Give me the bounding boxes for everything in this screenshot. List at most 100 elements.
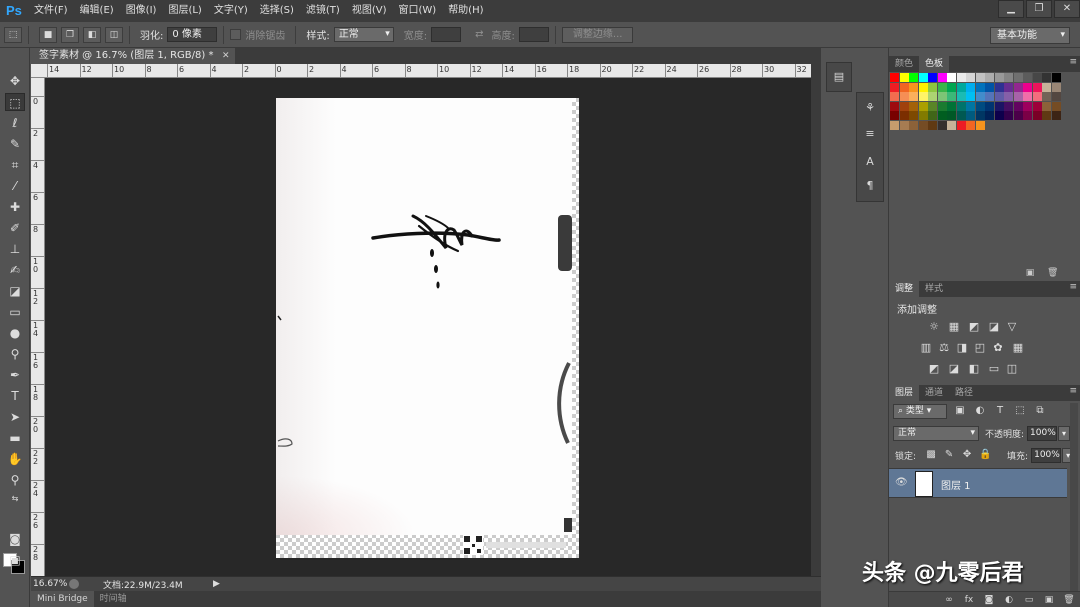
opacity-input[interactable]: 100% bbox=[1027, 425, 1058, 441]
color-swatch[interactable] bbox=[909, 73, 918, 82]
color-swatch[interactable] bbox=[937, 120, 947, 130]
color-swatch[interactable] bbox=[1023, 73, 1032, 82]
color-swatch[interactable] bbox=[1004, 73, 1013, 82]
color-swatch[interactable] bbox=[937, 73, 947, 82]
layer-thumbnail[interactable] bbox=[915, 471, 933, 497]
menu-type[interactable]: 文字(Y) bbox=[208, 0, 254, 22]
threshold-icon[interactable]: ◧ bbox=[967, 362, 981, 375]
clone-stamp-tool-icon[interactable]: ⊥ bbox=[5, 240, 25, 258]
color-swatch[interactable] bbox=[937, 92, 947, 101]
color-swatch[interactable] bbox=[994, 101, 1004, 111]
feather-input[interactable]: 0 像素 bbox=[167, 27, 218, 42]
blur-tool-icon[interactable]: ● bbox=[5, 324, 25, 342]
color-swatch[interactable] bbox=[928, 92, 937, 101]
color-swatch[interactable] bbox=[899, 101, 909, 111]
workspace-select[interactable]: 基本功能 bbox=[990, 27, 1070, 44]
status-menu-arrow-icon[interactable]: ▶ bbox=[213, 579, 220, 589]
eyedropper-tool-icon[interactable]: ⁄ bbox=[5, 177, 25, 195]
levels-icon[interactable]: ▦ bbox=[947, 320, 961, 333]
color-swatch[interactable] bbox=[1042, 92, 1051, 101]
pen-tool-icon[interactable]: ✒ bbox=[5, 366, 25, 384]
color-swatch[interactable] bbox=[975, 92, 985, 101]
color-swatch[interactable] bbox=[1004, 92, 1013, 101]
healing-brush-tool-icon[interactable]: ✚ bbox=[5, 198, 25, 216]
document-canvas[interactable] bbox=[276, 98, 579, 558]
channel-mixer-icon[interactable]: ✿ bbox=[991, 341, 1005, 354]
color-swatch[interactable] bbox=[1051, 111, 1061, 120]
color-swatch[interactable] bbox=[947, 73, 956, 82]
menu-window[interactable]: 窗口(W) bbox=[392, 0, 442, 22]
color-swatch[interactable] bbox=[985, 111, 994, 120]
color-lookup-icon[interactable]: ▦ bbox=[1011, 341, 1025, 354]
swatches-panel-menu-icon[interactable]: ≡ bbox=[1069, 57, 1077, 67]
color-swatch[interactable] bbox=[1023, 92, 1032, 101]
color-swatch[interactable] bbox=[1023, 82, 1032, 92]
color-swatch[interactable] bbox=[1013, 73, 1023, 82]
add-mask-icon[interactable]: ◙ bbox=[983, 594, 995, 606]
color-swatch[interactable] bbox=[966, 92, 975, 101]
color-swatch[interactable] bbox=[947, 101, 956, 111]
color-swatch[interactable] bbox=[985, 82, 994, 92]
exposure-icon[interactable]: ◪ bbox=[987, 320, 1001, 333]
quick-mask-icon[interactable]: ◙ bbox=[5, 530, 25, 548]
menu-filter[interactable]: 滤镜(T) bbox=[300, 0, 346, 22]
refine-edge-button[interactable]: 调整边缘... bbox=[561, 26, 634, 43]
color-swatch[interactable] bbox=[956, 101, 966, 111]
color-swatch[interactable] bbox=[1032, 101, 1042, 111]
tab-paths[interactable]: 路径 bbox=[949, 385, 979, 401]
subtract-selection-icon[interactable]: ◧ bbox=[83, 26, 101, 43]
color-swatch[interactable] bbox=[994, 73, 1004, 82]
new-swatch-icon[interactable]: ▣ bbox=[1025, 268, 1035, 278]
color-swatch[interactable] bbox=[899, 111, 909, 120]
color-swatch[interactable] bbox=[909, 92, 918, 101]
new-group-icon[interactable]: ▭ bbox=[1023, 594, 1035, 606]
layer-kind-select[interactable]: ⌕ 类型 ▾ bbox=[893, 403, 947, 419]
layers-panel-menu-icon[interactable]: ≡ bbox=[1069, 386, 1077, 396]
canvas-area[interactable] bbox=[45, 78, 811, 576]
color-swatch[interactable] bbox=[928, 111, 937, 120]
zoom-tool-icon[interactable]: ⚲ bbox=[5, 471, 25, 489]
new-layer-icon[interactable]: ▣ bbox=[1043, 594, 1055, 606]
color-swatch[interactable] bbox=[890, 120, 899, 130]
filter-smart-object-icon[interactable]: ⧉ bbox=[1033, 404, 1047, 418]
menu-select[interactable]: 选择(S) bbox=[254, 0, 300, 22]
selective-color-icon[interactable]: ◫ bbox=[1005, 362, 1019, 375]
color-swatch[interactable] bbox=[966, 120, 975, 130]
color-swatch[interactable] bbox=[909, 82, 918, 92]
color-swatch[interactable] bbox=[975, 101, 985, 111]
color-swatch[interactable] bbox=[985, 101, 994, 111]
color-swatch[interactable] bbox=[947, 111, 956, 120]
color-swatch[interactable] bbox=[1032, 73, 1042, 82]
color-swatch[interactable] bbox=[1013, 111, 1023, 120]
color-swatch[interactable] bbox=[966, 82, 975, 92]
menu-layer[interactable]: 图层(L) bbox=[162, 0, 207, 22]
color-swatch[interactable] bbox=[918, 82, 928, 92]
color-swatch[interactable] bbox=[956, 73, 966, 82]
color-swatch[interactable] bbox=[1032, 82, 1042, 92]
color-swatch[interactable] bbox=[918, 120, 928, 130]
color-swatch[interactable] bbox=[956, 92, 966, 101]
color-swatch[interactable] bbox=[966, 101, 975, 111]
swap-colors-icon[interactable]: ⇆ bbox=[5, 490, 25, 508]
posterize-icon[interactable]: ◪ bbox=[947, 362, 961, 375]
adjustments-panel-menu-icon[interactable]: ≡ bbox=[1069, 282, 1077, 292]
shape-tool-icon[interactable]: ▬ bbox=[5, 429, 25, 447]
color-swatch[interactable] bbox=[918, 92, 928, 101]
color-swatch[interactable] bbox=[1023, 101, 1032, 111]
color-swatch[interactable] bbox=[1042, 73, 1051, 82]
color-swatch[interactable] bbox=[956, 82, 966, 92]
color-swatch[interactable] bbox=[928, 101, 937, 111]
tab-adjustments[interactable]: 调整 bbox=[889, 281, 920, 297]
new-adjustment-layer-icon[interactable]: ◐ bbox=[1003, 594, 1015, 606]
color-swatch[interactable] bbox=[1023, 111, 1032, 120]
brush-presets-panel-icon[interactable]: ≡ bbox=[862, 127, 878, 141]
lock-all-icon[interactable]: 🔒 bbox=[979, 449, 991, 461]
layer-row[interactable]: 👁 图层 1 bbox=[889, 468, 1067, 498]
filter-pixel-icon[interactable]: ▣ bbox=[953, 404, 967, 418]
color-swatch[interactable] bbox=[1042, 82, 1051, 92]
color-swatch[interactable] bbox=[975, 73, 985, 82]
menu-help[interactable]: 帮助(H) bbox=[442, 0, 489, 22]
lock-position-icon[interactable]: ✥ bbox=[961, 449, 973, 461]
antialias-checkbox[interactable] bbox=[230, 29, 242, 40]
color-swatch[interactable] bbox=[1004, 101, 1013, 111]
